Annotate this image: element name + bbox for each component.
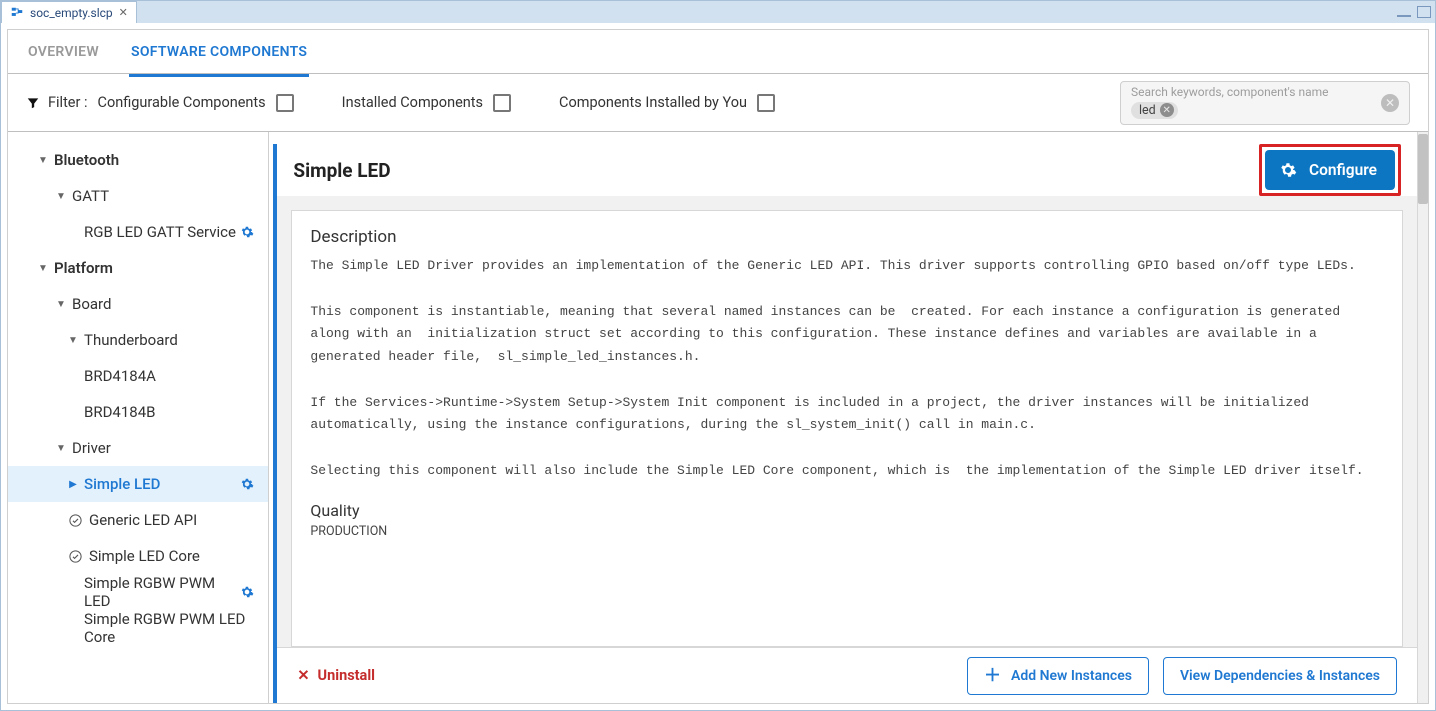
tree-node-rgbw-pwm-led-core[interactable]: Simple RGBW PWM LED Core — [8, 610, 268, 646]
tree-node-simple-led-core[interactable]: Simple LED Core — [8, 538, 268, 574]
tree-node-brd4184a[interactable]: BRD4184A — [8, 358, 268, 394]
gear-icon[interactable] — [240, 477, 254, 491]
configure-highlight: Configure — [1259, 144, 1401, 196]
gear-icon — [1279, 161, 1297, 179]
editor-tab-bar: soc_empty.slcp ✕ — [1, 1, 1435, 23]
filter-by-you-label: Components Installed by You — [559, 94, 747, 111]
add-new-instances-button[interactable]: ＋ Add New Instances — [967, 657, 1149, 695]
view-deps-label: View Dependencies & Instances — [1180, 668, 1380, 684]
tree-node-driver[interactable]: ▼ Driver — [8, 430, 268, 466]
tree-node-gatt[interactable]: ▼ GATT — [8, 178, 268, 214]
search-input[interactable]: Search keywords, component's name led ✕ … — [1120, 81, 1410, 125]
add-instances-label: Add New Instances — [1011, 668, 1132, 684]
search-keyword-chip: led ✕ — [1131, 102, 1178, 119]
filter-by-you-checkbox[interactable] — [757, 94, 775, 112]
filter-prefix-label: Filter : — [48, 94, 88, 111]
file-tree-icon — [10, 6, 24, 20]
search-placeholder: Search keywords, component's name — [1131, 86, 1399, 99]
filter-configurable-checkbox[interactable] — [276, 94, 294, 112]
configure-button-label: Configure — [1309, 161, 1377, 179]
tree-node-rgb-gatt-service[interactable]: RGB LED GATT Service — [8, 214, 268, 250]
component-title: Simple LED — [293, 159, 390, 182]
tree-node-rgbw-pwm-led[interactable]: Simple RGBW PWM LED — [8, 574, 268, 610]
chevron-down-icon: ▼ — [56, 299, 66, 310]
tree-node-brd4184b[interactable]: BRD4184B — [8, 394, 268, 430]
tree-node-bluetooth[interactable]: ▼ Bluetooth — [8, 142, 268, 178]
file-tab-soc-empty[interactable]: soc_empty.slcp ✕ — [1, 1, 137, 23]
filter-installed-checkbox[interactable] — [493, 94, 511, 112]
component-tree[interactable]: ▼ Bluetooth ▼ GATT RGB LED GATT Service — [8, 132, 269, 703]
scrollbar[interactable] — [1417, 132, 1428, 703]
gear-icon[interactable] — [240, 225, 254, 239]
search-chip-label: led — [1139, 103, 1156, 118]
project-tabs: OVERVIEW SOFTWARE COMPONENTS — [8, 30, 1428, 74]
gear-icon[interactable] — [240, 585, 254, 599]
component-detail-pane: Simple LED Configure Desc — [269, 132, 1428, 703]
close-icon[interactable]: ✕ — [119, 6, 128, 19]
window-maximize-icon[interactable] — [1417, 6, 1431, 18]
quality-value: PRODUCTION — [310, 524, 1384, 539]
quality-heading: Quality — [310, 501, 1384, 520]
uninstall-label: Uninstall — [318, 667, 375, 684]
tree-node-platform[interactable]: ▼ Platform — [8, 250, 268, 286]
description-body: The Simple LED Driver provides an implem… — [310, 255, 1384, 483]
tree-node-simple-led[interactable]: ▶ Simple LED — [8, 466, 268, 502]
description-heading: Description — [310, 227, 1384, 247]
filter-bar: Filter : Configurable Components Install… — [8, 74, 1428, 132]
installed-check-icon — [68, 549, 83, 564]
component-action-bar: ✕ Uninstall ＋ Add New Instances View Dep… — [277, 647, 1417, 703]
chevron-right-icon: ▶ — [68, 479, 78, 490]
filter-installed-label: Installed Components — [342, 94, 483, 111]
installed-check-icon — [68, 513, 83, 528]
tree-node-generic-led-api[interactable]: Generic LED API — [8, 502, 268, 538]
tab-software-components[interactable]: SOFTWARE COMPONENTS — [129, 36, 309, 68]
tree-node-thunderboard[interactable]: ▼ Thunderboard — [8, 322, 268, 358]
configure-button[interactable]: Configure — [1265, 150, 1395, 190]
tree-node-board[interactable]: ▼ Board — [8, 286, 268, 322]
chevron-down-icon: ▼ — [56, 443, 66, 454]
chevron-down-icon: ▼ — [38, 263, 48, 274]
search-clear-icon[interactable]: ✕ — [1381, 94, 1399, 112]
view-dependencies-button[interactable]: View Dependencies & Instances — [1163, 657, 1397, 695]
chevron-down-icon: ▼ — [68, 335, 78, 346]
component-description-card: Description The Simple LED Driver provid… — [291, 210, 1403, 647]
file-tab-label: soc_empty.slcp — [30, 6, 113, 20]
close-x-icon: ✕ — [297, 667, 309, 684]
filter-configurable-label: Configurable Components — [98, 94, 266, 111]
uninstall-button[interactable]: ✕ Uninstall — [297, 667, 375, 684]
window-minimize-icon[interactable] — [1397, 15, 1411, 17]
chevron-down-icon: ▼ — [38, 155, 48, 166]
scrollbar-thumb[interactable] — [1418, 134, 1428, 204]
chip-clear-icon[interactable]: ✕ — [1160, 103, 1174, 117]
chevron-down-icon: ▼ — [56, 191, 66, 202]
tab-overview[interactable]: OVERVIEW — [26, 36, 101, 68]
filter-icon — [26, 96, 40, 110]
